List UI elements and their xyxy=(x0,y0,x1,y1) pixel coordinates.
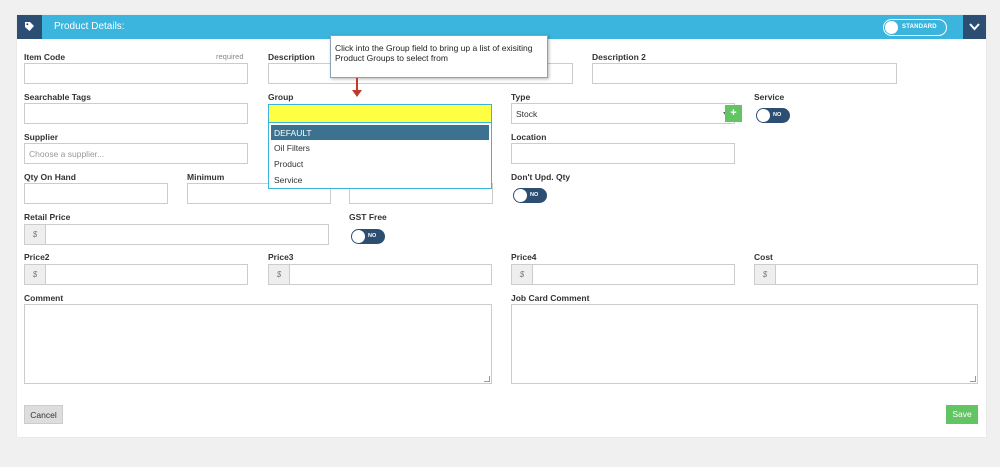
plus-icon: + xyxy=(730,107,737,119)
cost-label: Cost xyxy=(754,252,773,262)
group-option-product[interactable]: Product xyxy=(271,156,489,171)
description-2-input[interactable] xyxy=(592,63,897,84)
currency-addon: $ xyxy=(269,265,290,284)
minimum-label: Minimum xyxy=(187,172,225,182)
cost-input[interactable]: $ xyxy=(754,264,978,285)
searchable-tags-label: Searchable Tags xyxy=(24,92,91,102)
currency-addon: $ xyxy=(25,225,46,244)
group-option-default[interactable]: DEFAULT xyxy=(271,125,489,140)
arrow-down-icon xyxy=(352,90,362,97)
supplier-select[interactable]: Choose a supplier... xyxy=(24,143,248,164)
tutorial-callout: Click into the Group field to bring up a… xyxy=(330,35,548,78)
item-code-label: Item Code xyxy=(24,52,66,62)
job-card-comment-textarea[interactable] xyxy=(511,304,978,384)
item-code-input[interactable] xyxy=(24,63,248,84)
price3-label: Price3 xyxy=(268,252,294,262)
add-group-button[interactable]: + xyxy=(725,105,742,122)
retail-price-input[interactable]: $ xyxy=(24,224,329,245)
toggle-state: NO xyxy=(368,233,377,239)
save-button[interactable]: Save xyxy=(946,405,978,424)
toggle-state: NO xyxy=(530,192,539,198)
resize-grip-icon[interactable] xyxy=(484,376,490,382)
group-option-service[interactable]: Service xyxy=(271,172,489,187)
tag-icon xyxy=(17,15,42,39)
description-2-label: Description 2 xyxy=(592,52,646,62)
chevron-down-icon xyxy=(969,23,980,31)
location-input[interactable] xyxy=(511,143,735,164)
group-dropdown: DEFAULT Oil Filters Product Service xyxy=(268,122,492,189)
comment-textarea[interactable] xyxy=(24,304,492,384)
resize-grip-icon[interactable] xyxy=(970,376,976,382)
retail-price-label: Retail Price xyxy=(24,212,71,222)
group-input[interactable]: + xyxy=(268,104,742,123)
type-select[interactable]: Stock xyxy=(511,103,735,124)
service-toggle[interactable]: NO xyxy=(756,108,790,123)
toggle-knob xyxy=(352,230,365,243)
price2-label: Price2 xyxy=(24,252,50,262)
collapse-button[interactable] xyxy=(963,15,986,39)
comment-label: Comment xyxy=(24,293,64,303)
description-label: Description xyxy=(268,52,315,62)
dont-upd-qty-label: Don't Upd. Qty xyxy=(511,172,571,182)
currency-addon: $ xyxy=(755,265,776,284)
cancel-button[interactable]: Cancel xyxy=(24,405,63,424)
toggle-knob xyxy=(757,109,770,122)
group-option-oil-filters[interactable]: Oil Filters xyxy=(271,140,489,155)
gst-free-toggle[interactable]: NO xyxy=(351,229,385,244)
currency-addon: $ xyxy=(512,265,533,284)
toggle-state: NO xyxy=(773,112,782,118)
price3-input[interactable]: $ xyxy=(268,264,492,285)
price2-input[interactable]: $ xyxy=(24,264,248,285)
panel-title: Product Details: xyxy=(54,21,125,32)
gst-free-label: GST Free xyxy=(349,212,387,222)
supplier-label: Supplier xyxy=(24,132,59,142)
qty-on-hand-label: Qty On Hand xyxy=(24,172,76,182)
toggle-knob xyxy=(514,189,527,202)
service-label: Service xyxy=(754,92,785,102)
item-code-required: required xyxy=(216,52,244,61)
mode-label: STANDARD xyxy=(902,24,937,30)
type-label: Type xyxy=(511,92,531,102)
dont-upd-qty-toggle[interactable]: NO xyxy=(513,188,547,203)
standard-mode-toggle[interactable]: STANDARD xyxy=(883,19,947,36)
qty-on-hand-input[interactable] xyxy=(24,183,168,204)
type-value: Stock xyxy=(516,109,538,119)
price4-label: Price4 xyxy=(511,252,537,262)
group-label: Group xyxy=(268,92,294,102)
job-card-comment-label: Job Card Comment xyxy=(511,293,590,303)
toggle-knob xyxy=(885,21,898,34)
location-label: Location xyxy=(511,132,547,142)
currency-addon: $ xyxy=(25,265,46,284)
searchable-tags-input[interactable] xyxy=(24,103,248,124)
price4-input[interactable]: $ xyxy=(511,264,735,285)
product-details-panel: Product Details: STANDARD Item Code requ… xyxy=(17,15,986,437)
